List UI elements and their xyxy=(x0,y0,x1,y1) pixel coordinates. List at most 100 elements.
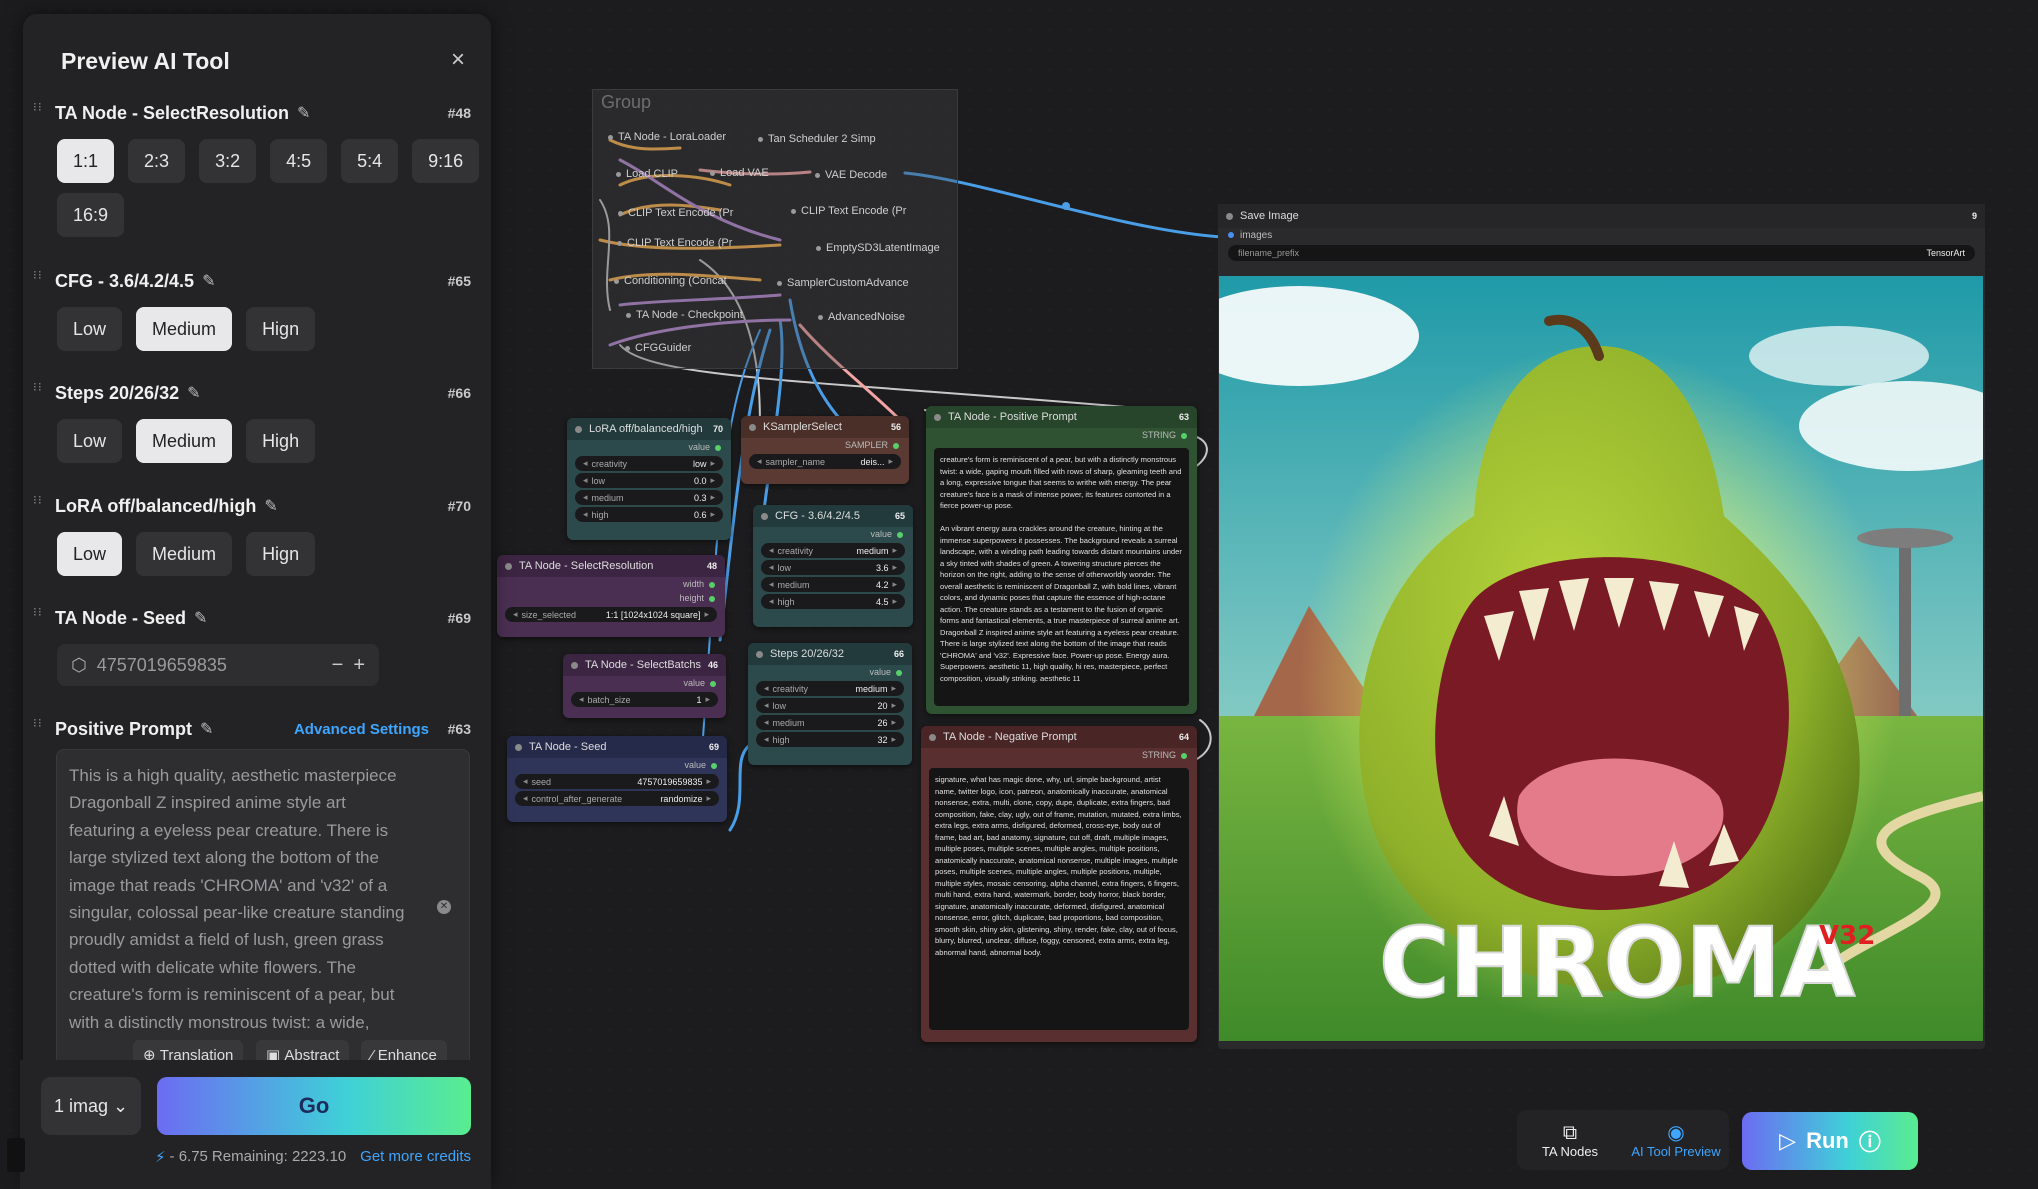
node-input[interactable]: images xyxy=(1218,228,1985,243)
edit-icon[interactable]: ✎ xyxy=(202,271,215,291)
node-widget[interactable]: creativitymedium xyxy=(756,681,904,696)
node-widget[interactable]: creativitylow xyxy=(575,456,723,471)
option-4-5[interactable]: 4:5 xyxy=(270,139,328,183)
node-output[interactable]: value xyxy=(748,665,912,679)
node-widget[interactable]: low0.0 xyxy=(575,473,723,488)
node-widget[interactable]: size_selected1:1 [1024x1024 square] xyxy=(505,607,717,622)
option-16-9[interactable]: 16:9 xyxy=(57,193,125,237)
clear-icon[interactable]: ✕ xyxy=(437,900,451,914)
node-widget[interactable]: seed4757019659835 xyxy=(515,774,719,789)
mini-node[interactable]: Load VAE xyxy=(710,167,769,179)
positive-prompt-text[interactable]: creature's form is reminiscent of a pear… xyxy=(934,448,1189,706)
node-widget[interactable]: low20 xyxy=(756,698,904,713)
negative-prompt-text[interactable]: signature, what has magic done, why, url… xyxy=(929,768,1189,1030)
option-high[interactable]: Hign xyxy=(246,307,316,351)
drag-handle-icon[interactable]: ⁝⁝ xyxy=(33,606,45,627)
node-widget[interactable]: medium4.2 xyxy=(761,577,905,592)
edit-icon[interactable]: ✎ xyxy=(194,608,207,628)
negative-prompt-node[interactable]: TA Node - Negative Prompt 64 STRING signa… xyxy=(921,726,1197,1042)
node-widget[interactable]: medium26 xyxy=(756,715,904,730)
node-output[interactable]: value xyxy=(567,440,731,454)
positive-prompt-node[interactable]: TA Node - Positive Prompt 63 STRING creat… xyxy=(926,406,1197,714)
option-medium[interactable]: Medium xyxy=(136,307,233,351)
drag-handle-icon[interactable]: ⁝⁝ xyxy=(33,494,45,515)
mini-node[interactable]: CFGGuider xyxy=(625,342,691,354)
node-widget[interactable]: high4.5 xyxy=(761,594,905,609)
node-widget[interactable]: creativitymedium xyxy=(761,543,905,558)
seed-node[interactable]: TA Node - Seed 69 value seed4757019659835… xyxy=(507,736,727,822)
plus-icon[interactable]: + xyxy=(353,654,365,677)
mini-node[interactable]: SamplerCustomAdvance xyxy=(777,277,909,289)
get-more-credits-link[interactable]: Get more credits xyxy=(360,1148,471,1166)
image-count-select[interactable]: 1 imag ⌄ xyxy=(41,1077,141,1135)
node-output[interactable]: height xyxy=(497,591,725,605)
close-icon[interactable]: × xyxy=(446,48,470,72)
node-widget[interactable]: medium0.3 xyxy=(575,490,723,505)
ai-tool-preview-tab[interactable]: ◉ AI Tool Preview xyxy=(1623,1110,1729,1170)
node-widget[interactable]: high32 xyxy=(756,732,904,747)
ksampler-node[interactable]: KSamplerSelect 56 SAMPLER sampler_namedei… xyxy=(741,416,909,484)
ta-nodes-tab[interactable]: ⧉ TA Nodes xyxy=(1517,1110,1623,1170)
option-low[interactable]: Low xyxy=(57,532,123,576)
option-9-16[interactable]: 9:16 xyxy=(412,139,480,183)
mini-node[interactable]: Tan Scheduler 2 Simp xyxy=(758,133,876,145)
select-batchs-node[interactable]: TA Node - SelectBatchs 46 value batch_siz… xyxy=(563,654,726,718)
select-resolution-node[interactable]: TA Node - SelectResolution 48 width heigh… xyxy=(497,555,725,637)
node-widget[interactable]: control_after_generaterandomize xyxy=(515,791,719,806)
option-3-2[interactable]: 3:2 xyxy=(199,139,257,183)
mini-node[interactable]: Conditioning (Concat xyxy=(614,275,727,287)
mini-node[interactable]: CLIP Text Encode (Pr xyxy=(791,205,906,217)
mini-node[interactable]: CLIP Text Encode (Pr xyxy=(617,237,732,249)
cfg-node[interactable]: CFG - 3.6/4.2/4.5 65 value creativitymedi… xyxy=(753,505,913,627)
run-button[interactable]: ▷ Run ⓘ xyxy=(1742,1112,1918,1170)
filename-prefix-widget[interactable]: filename_prefix TensorArt xyxy=(1228,245,1975,261)
drag-handle-icon[interactable]: ⁝⁝ xyxy=(33,717,45,738)
node-output[interactable]: width xyxy=(497,577,725,591)
view-switcher: ⧉ TA Nodes ◉ AI Tool Preview xyxy=(1517,1110,1729,1170)
positive-prompt-textarea[interactable]: This is a high quality, aesthetic master… xyxy=(56,749,470,1069)
drag-handle-icon[interactable]: ⁝⁝ xyxy=(33,381,45,402)
option-1-1[interactable]: 1:1 xyxy=(57,139,115,183)
option-high[interactable]: High xyxy=(246,419,316,463)
option-low[interactable]: Low xyxy=(57,307,123,351)
option-low[interactable]: Low xyxy=(57,419,123,463)
section-id: #69 xyxy=(447,610,471,626)
option-high[interactable]: Hign xyxy=(246,532,316,576)
steps-node[interactable]: Steps 20/26/3266 value creativitymedium … xyxy=(748,643,912,765)
minus-icon[interactable]: − xyxy=(332,654,344,677)
node-output[interactable]: STRING xyxy=(921,748,1197,762)
lora-node[interactable]: LoRA off/balanced/high 70 value creativit… xyxy=(567,418,731,540)
option-2-3[interactable]: 2:3 xyxy=(128,139,186,183)
edit-icon[interactable]: ✎ xyxy=(187,383,200,403)
drag-handle-icon[interactable]: ⁝⁝ xyxy=(33,269,45,290)
mini-node[interactable]: Load CLIP xyxy=(616,168,678,180)
node-output[interactable]: value xyxy=(507,758,727,772)
node-output[interactable]: value xyxy=(563,676,726,690)
node-output[interactable]: STRING xyxy=(926,428,1197,442)
drag-handle-icon[interactable]: ⁝⁝ xyxy=(33,101,45,122)
edit-icon[interactable]: ✎ xyxy=(200,719,213,739)
mini-node[interactable]: AdvancedNoise xyxy=(818,311,905,323)
dice-icon[interactable]: ⬡ xyxy=(71,655,87,676)
go-button[interactable]: Go xyxy=(157,1077,471,1135)
edit-icon[interactable]: ✎ xyxy=(264,496,277,516)
option-medium[interactable]: Medium xyxy=(136,419,233,463)
node-widget[interactable]: batch_size1 xyxy=(571,692,718,707)
node-output[interactable]: SAMPLER xyxy=(741,438,909,452)
seed-input[interactable]: ⬡ 4757019659835 − + xyxy=(57,644,379,686)
node-widget[interactable]: high0.6 xyxy=(575,507,723,522)
eye-icon: ◉ xyxy=(1667,1121,1685,1144)
option-medium[interactable]: Medium xyxy=(136,532,233,576)
edit-icon[interactable]: ✎ xyxy=(297,103,310,123)
mini-node[interactable]: VAE Decode xyxy=(815,169,887,181)
option-5-4[interactable]: 5:4 xyxy=(341,139,399,183)
node-title: Save Image xyxy=(1226,210,1299,222)
mini-node[interactable]: TA Node - LoraLoader xyxy=(608,131,726,143)
advanced-settings-link[interactable]: Advanced Settings xyxy=(294,721,429,738)
mini-node[interactable]: EmptySD3LatentImage xyxy=(816,242,940,254)
mini-node[interactable]: CLIP Text Encode (Pr xyxy=(618,207,733,219)
node-widget[interactable]: sampler_namedeis... xyxy=(749,454,901,469)
mini-node[interactable]: TA Node - Checkpoint xyxy=(626,309,743,321)
node-output[interactable]: value xyxy=(753,527,913,541)
node-widget[interactable]: low3.6 xyxy=(761,560,905,575)
